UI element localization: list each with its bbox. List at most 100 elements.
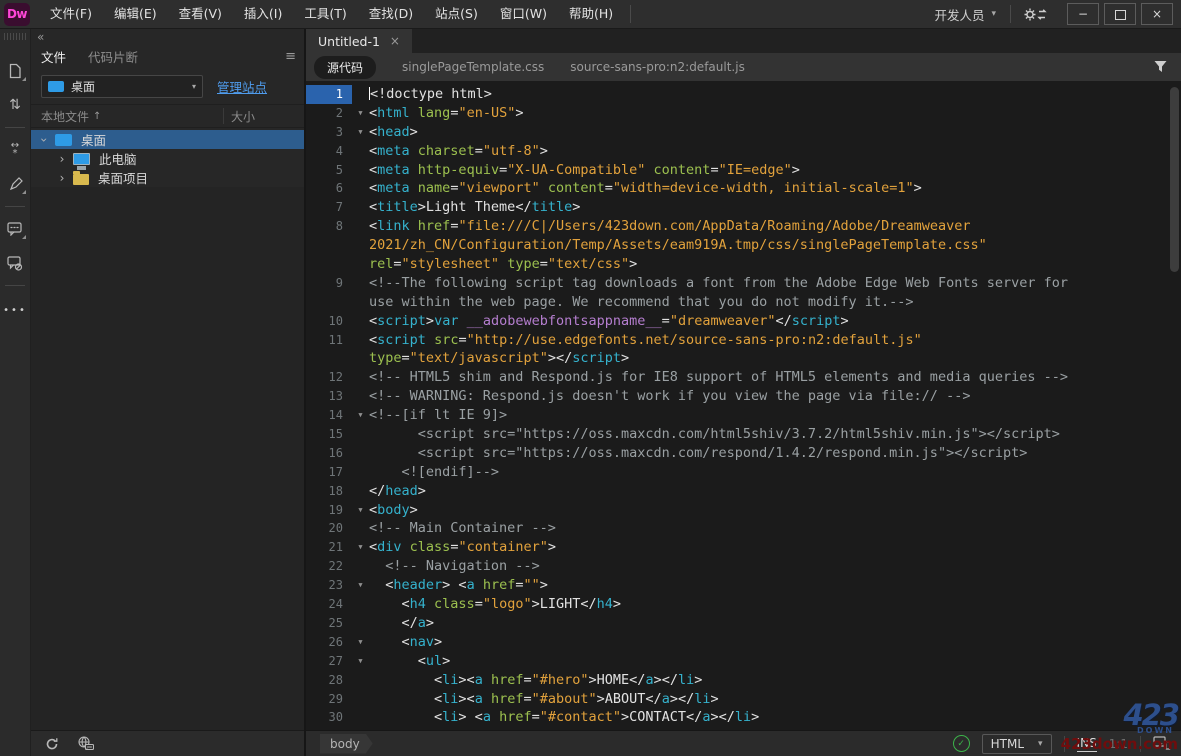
code-text[interactable]: type="text/javascript"></script> [369,349,1181,368]
code-line[interactable]: 13<!-- WARNING: Respond.js doesn't work … [306,387,1181,406]
insert-mode-indicator[interactable]: INS [1077,736,1097,752]
code-line[interactable]: 8<link href="file:///C|/Users/423down.co… [306,217,1181,236]
line-number[interactable]: 28 [306,671,352,690]
fold-arrow-icon[interactable]: ▼ [352,538,369,557]
tree-row[interactable]: ›此电脑 [31,149,304,168]
code-line[interactable]: 26▼ <nav> [306,633,1181,652]
code-text[interactable]: <meta http-equiv="X-UA-Compatible" conte… [369,161,1181,180]
fold-arrow-icon[interactable]: ▼ [352,406,369,425]
tree-row[interactable]: ›桌面项目 [31,168,304,187]
code-text[interactable]: use within the web page. We recommend th… [369,293,1181,312]
code-text[interactable]: <h4 class="logo">LIGHT</h4> [369,595,1181,614]
code-line[interactable]: 11<script src="http://use.edgefonts.net/… [306,331,1181,350]
menu-item-9[interactable]: 帮助(H) [558,0,624,28]
related-file-3[interactable]: source-sans-pro:n2:default.js [570,60,745,74]
code-text[interactable]: <body> [369,501,1181,520]
line-number[interactable]: 9 [306,274,352,293]
line-number[interactable]: 18 [306,482,352,501]
site-selector[interactable]: 桌面 ▾ [41,75,203,98]
code-line[interactable]: 21▼<div class="container"> [306,538,1181,557]
code-line[interactable]: 4<meta charset="utf-8"> [306,142,1181,161]
extract-panel-icon[interactable]: ↔* [4,139,26,161]
code-line[interactable]: 27▼ <ul> [306,652,1181,671]
line-number[interactable]: 20 [306,519,352,538]
document-tab[interactable]: Untitled-1 × [306,29,412,53]
doc-type-dropdown[interactable]: HTML ▾ [982,734,1052,754]
code-text[interactable]: <script>var __adobewebfontsappname__="dr… [369,312,1181,331]
code-text[interactable]: <!-- Navigation --> [369,557,1181,576]
code-text[interactable]: <![endif]--> [369,463,1181,482]
column-local-files[interactable]: 本地文件 [41,108,89,125]
menu-item-5[interactable]: 工具(T) [293,0,357,28]
menu-item-4[interactable]: 插入(I) [233,0,293,28]
panel-grip[interactable] [4,33,26,40]
code-line[interactable]: 23▼ <header> <a href=""> [306,576,1181,595]
code-text[interactable]: <script src="https://oss.maxcdn.com/resp… [369,444,1181,463]
line-number[interactable]: 26 [306,633,352,652]
line-number[interactable]: 27 [306,652,352,671]
code-text[interactable]: <div class="container"> [369,538,1181,557]
code-line[interactable]: 30 <li> <a href="#contact">CONTACT</a></… [306,708,1181,727]
code-editor[interactable]: 1<!doctype html>2▼<html lang="en-US">3▼<… [306,81,1181,730]
code-text[interactable]: <li> <a href="#contact">CONTACT</a></li> [369,708,1181,727]
column-size[interactable]: 大小 [231,108,255,125]
realtime-preview-icon[interactable] [1153,736,1171,751]
code-line[interactable]: 18 </head> [306,482,1181,501]
panel-menu-icon[interactable]: ≡ [285,49,296,64]
code-text[interactable]: <!--[if lt IE 9]> [369,406,1181,425]
line-number[interactable]: 5 [306,161,352,180]
code-line[interactable]: 5 <meta http-equiv="X-UA-Compatible" cont… [306,161,1181,180]
site-reports-icon[interactable] [77,736,94,751]
code-text[interactable]: <!doctype html> [369,85,1181,104]
fold-arrow-icon[interactable]: ▼ [352,104,369,123]
line-number[interactable]: 30 [306,708,352,727]
code-text[interactable]: </head> [369,482,1181,501]
code-line[interactable]: 20 <!-- Main Container --> [306,519,1181,538]
app-logo-icon[interactable]: Dw [4,3,30,26]
code-text[interactable]: rel="stylesheet" type="text/css"> [369,255,1181,274]
tab-snippets[interactable]: 代码片断 [88,47,138,66]
line-number[interactable]: 24 [306,595,352,614]
code-line[interactable]: type="text/javascript"></script> [306,349,1181,368]
line-number[interactable] [306,255,352,274]
menu-item-2[interactable]: 编辑(E) [103,0,168,28]
code-line[interactable]: 29 <li><a href="#about">ABOUT</a></li> [306,690,1181,709]
collapse-panels-icon[interactable]: « [37,31,304,43]
workspace-switcher[interactable]: 开发人员 ▾ [920,5,1010,24]
code-text[interactable]: <li><a href="#about">ABOUT</a></li> [369,690,1181,709]
code-line[interactable]: use within the web page. We recommend th… [306,293,1181,312]
line-number[interactable]: 2 [306,104,352,123]
lint-ok-icon[interactable]: ✓ [953,735,970,752]
file-tree-empty-area[interactable] [31,187,304,730]
code-line[interactable]: rel="stylesheet" type="text/css"> [306,255,1181,274]
comments-disabled-icon[interactable] [4,252,26,274]
code-line[interactable]: 2021/zh_CN/Configuration/Temp/Assets/eam… [306,236,1181,255]
line-number[interactable]: 7 [306,198,352,217]
line-number[interactable]: 22 [306,557,352,576]
tab-files[interactable]: 文件 [41,47,66,66]
minimize-button[interactable]: − [1067,3,1099,25]
code-text[interactable]: <script src="http://use.edgefonts.net/so… [369,331,1181,350]
code-text[interactable]: <li><a href="#hero">HOME</a></li> [369,671,1181,690]
menu-item-6[interactable]: 查找(D) [358,0,424,28]
code-line[interactable]: 7<title>Light Theme</title> [306,198,1181,217]
code-line[interactable]: 15 <script src="https://oss.maxcdn.com/h… [306,425,1181,444]
code-text[interactable]: <script src="https://oss.maxcdn.com/html… [369,425,1181,444]
vertical-scrollbar[interactable] [1170,87,1179,272]
code-text[interactable]: <!-- Main Container --> [369,519,1181,538]
code-line[interactable]: 14▼<!--[if lt IE 9]> [306,406,1181,425]
line-number[interactable]: 15 [306,425,352,444]
restore-button[interactable] [1104,3,1136,25]
line-number[interactable]: 3 [306,123,352,142]
code-line[interactable]: 10<script>var __adobewebfontsappname__="… [306,312,1181,331]
related-file-2[interactable]: singlePageTemplate.css [402,60,544,74]
code-text[interactable]: <nav> [369,633,1181,652]
sync-settings-icon[interactable] [1011,7,1061,22]
code-text[interactable]: </a> [369,614,1181,633]
manage-sites-link[interactable]: 管理站点 [217,77,267,96]
code-line[interactable]: 1<!doctype html> [306,85,1181,104]
fold-arrow-icon[interactable]: ▼ [352,501,369,520]
line-number[interactable]: 6 [306,179,352,198]
code-text[interactable]: <meta name="viewport" content="width=dev… [369,179,1181,198]
line-number[interactable]: 4 [306,142,352,161]
